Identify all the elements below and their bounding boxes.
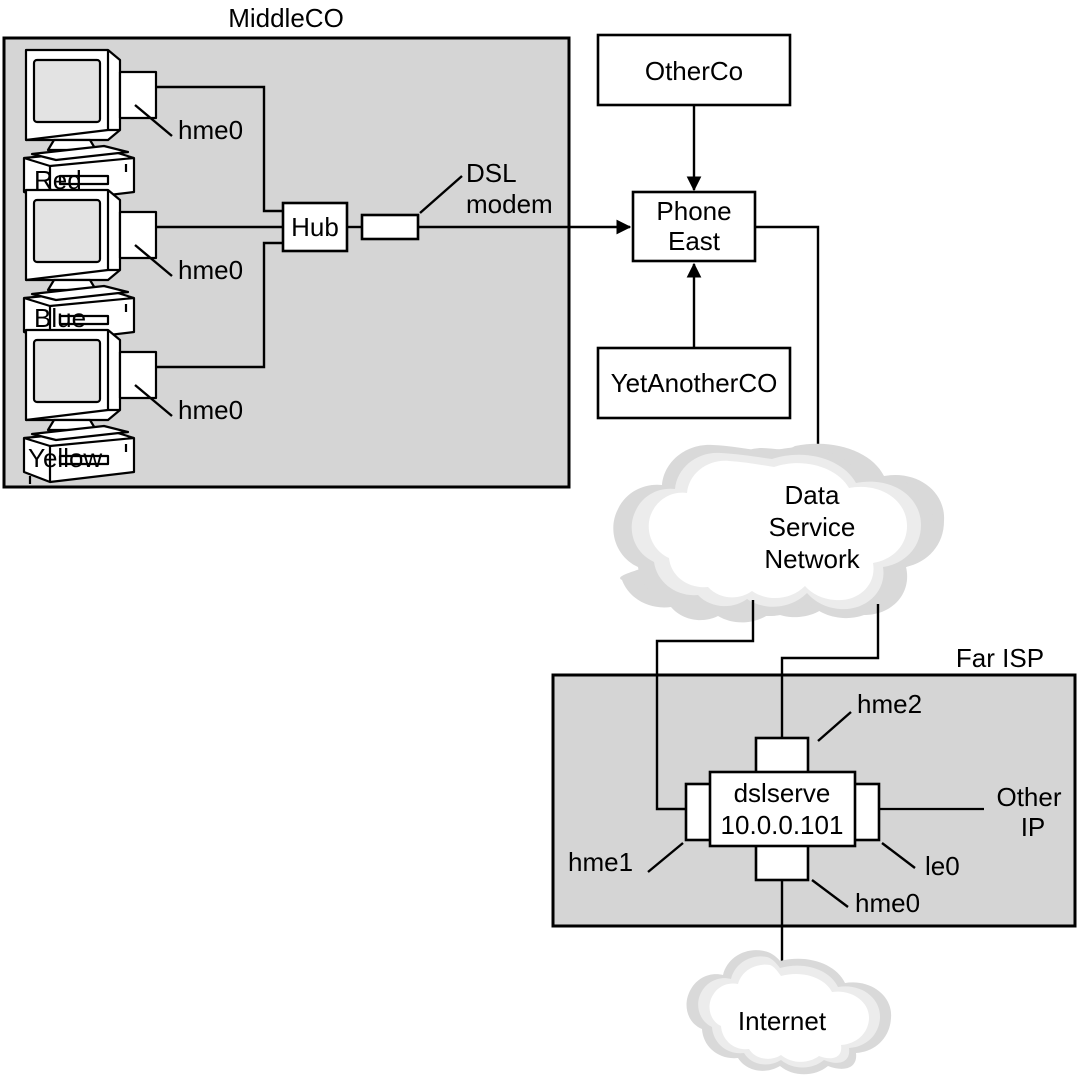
cloud-internet-label: Internet bbox=[738, 1006, 827, 1036]
box-phone-east-label-line2: East bbox=[668, 226, 721, 256]
other-ip-label-line1: Other bbox=[996, 782, 1061, 812]
interface-stub-hme0 bbox=[754, 840, 810, 882]
host-blue-interface-label: hme0 bbox=[178, 255, 243, 285]
box-phone-east-label-line1: Phone bbox=[656, 196, 731, 226]
interface-hme0-label: hme0 bbox=[855, 888, 920, 918]
interface-hme2-label: hme2 bbox=[857, 689, 922, 719]
host-red-interface-label: hme0 bbox=[178, 115, 243, 145]
cloud-data-service-network-line1: Data bbox=[785, 480, 840, 510]
zone-middleco-label: MiddleCO bbox=[228, 3, 344, 33]
host-yellow-interface-label: hme0 bbox=[178, 395, 243, 425]
box-yetanotherco-label: YetAnotherCO bbox=[611, 368, 778, 398]
box-otherco-label: OtherCo bbox=[645, 56, 743, 86]
dsl-modem-box bbox=[360, 213, 420, 241]
interface-hme1-label: hme1 bbox=[568, 847, 633, 877]
cloud-data-service-network-line2: Service bbox=[769, 512, 856, 542]
dsl-modem-label-line2: modem bbox=[466, 189, 553, 219]
interface-le0-label: le0 bbox=[925, 851, 960, 881]
other-ip-label-line2: IP bbox=[1021, 812, 1046, 842]
host-blue-label: Blue bbox=[34, 303, 86, 333]
hub-label: Hub bbox=[291, 212, 339, 242]
cloud-internet: Internet bbox=[686, 950, 892, 1075]
host-yellow-label: Yellow bbox=[28, 443, 102, 473]
interface-stub-hme2 bbox=[754, 736, 810, 778]
zone-farisp-label: Far ISP bbox=[956, 643, 1044, 673]
server-dslserve-ip: 10.0.0.101 bbox=[721, 810, 844, 840]
dsl-modem-label-line1: DSL bbox=[466, 158, 517, 188]
server-dslserve-name: dslserve bbox=[734, 778, 831, 808]
network-diagram: MiddleCO Red hme0 Blue hme0 Yellow hme0 … bbox=[0, 0, 1080, 1077]
cloud-data-service-network: Data Service Network bbox=[613, 443, 945, 623]
cloud-data-service-network-line3: Network bbox=[764, 544, 860, 574]
